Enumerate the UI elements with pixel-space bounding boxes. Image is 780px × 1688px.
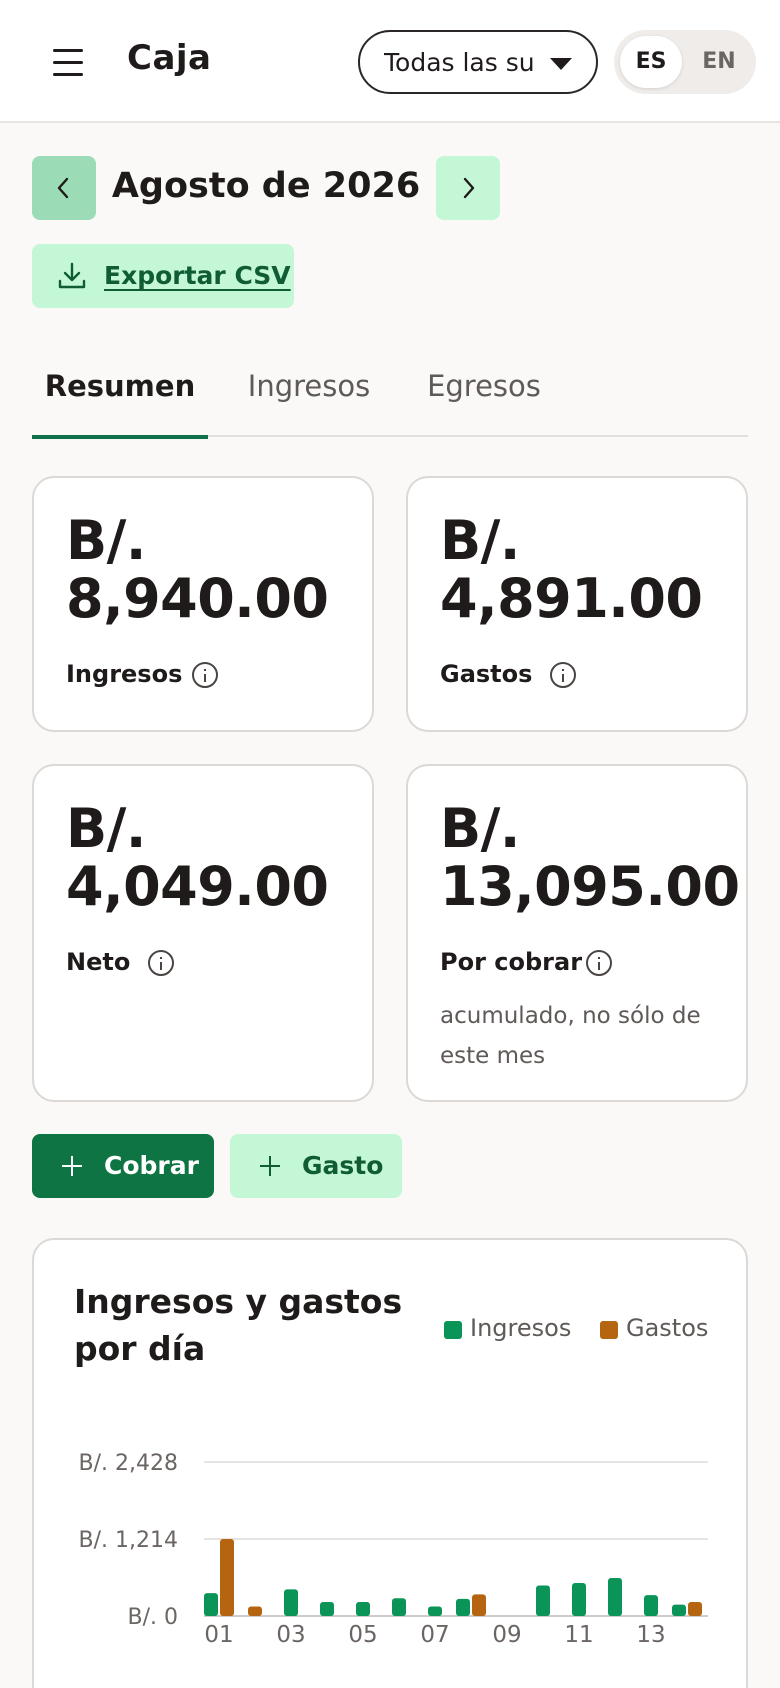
por-cobrar-note: acumulado, no sólo de este mes bbox=[440, 1003, 701, 1069]
cobrar-label: Cobrar bbox=[104, 1151, 199, 1180]
gastos-card: B/. 4,891.00 Gastos bbox=[406, 476, 748, 732]
tab-ingresos[interactable]: Ingresos bbox=[228, 369, 390, 435]
gasto-label: Gasto bbox=[302, 1151, 384, 1180]
info-icon[interactable] bbox=[550, 662, 576, 688]
info-icon[interactable] bbox=[148, 950, 174, 976]
top-bar: Caja Todas las sucursales ES EN bbox=[0, 0, 780, 123]
plus-icon bbox=[260, 1156, 280, 1176]
tab-egresos[interactable]: Egresos bbox=[406, 369, 562, 435]
x-tick-label: 07 bbox=[420, 1622, 449, 1648]
ingresos-label: Ingresos bbox=[66, 660, 183, 688]
bar-ingresos-11 bbox=[572, 1583, 586, 1616]
gastos-amount: B/. 4,891.00 bbox=[440, 509, 703, 630]
bar-ingresos-05 bbox=[356, 1602, 370, 1616]
cobrar-button[interactable]: Cobrar bbox=[32, 1134, 214, 1198]
bar-gastos-02 bbox=[248, 1606, 262, 1616]
x-tick-label: 01 bbox=[204, 1622, 233, 1648]
neto-label: Neto bbox=[66, 948, 131, 976]
x-tick-label: 11 bbox=[564, 1622, 593, 1648]
bar-ingresos-10 bbox=[536, 1585, 550, 1616]
bar-gastos-08 bbox=[472, 1594, 486, 1616]
x-tick-label: 09 bbox=[492, 1622, 521, 1648]
bar-ingresos-13 bbox=[644, 1595, 658, 1616]
gastos-label: Gastos bbox=[440, 660, 533, 688]
x-tick-label: 05 bbox=[348, 1622, 377, 1648]
por-cobrar-card: B/. 13,095.00 Por cobrar acumulado, no só… bbox=[406, 764, 748, 1102]
neto-amount: B/. 4,049.00 bbox=[66, 797, 329, 918]
ingresos-card: B/. 8,940.00 Ingresos bbox=[32, 476, 374, 732]
bar-ingresos-04 bbox=[320, 1602, 334, 1616]
lang-es-button[interactable]: ES bbox=[620, 36, 682, 88]
chevron-left-icon bbox=[57, 177, 69, 199]
prev-month-button[interactable] bbox=[32, 156, 96, 220]
y-tick-label: B/. 2,428 bbox=[79, 1451, 178, 1476]
plus-icon bbox=[62, 1156, 82, 1176]
info-icon[interactable] bbox=[586, 950, 612, 976]
ingresos-amount: B/. 8,940.00 bbox=[66, 509, 329, 630]
x-tick-label: 13 bbox=[636, 1622, 665, 1648]
bar-chart: B/. 2,428 B/. 1,214 B/. 0 01 03 05 07 09 11 13 bbox=[79, 1451, 708, 1648]
language-toggle: ES EN bbox=[614, 30, 756, 94]
bar-ingresos-03 bbox=[284, 1589, 298, 1616]
gasto-button[interactable]: Gasto bbox=[230, 1134, 402, 1198]
bar-ingresos-06 bbox=[392, 1598, 406, 1616]
next-month-button[interactable] bbox=[436, 156, 500, 220]
y-tick-label: B/. 0 bbox=[128, 1605, 179, 1630]
bar-ingresos-12 bbox=[608, 1577, 622, 1616]
por-cobrar-amount: B/. 13,095.00 bbox=[440, 797, 740, 918]
lang-en-button[interactable]: EN bbox=[688, 36, 750, 88]
bar-gastos-14 bbox=[688, 1602, 702, 1616]
download-icon bbox=[58, 262, 86, 289]
y-tick-label: B/. 1,214 bbox=[79, 1528, 178, 1553]
bar-ingresos-08 bbox=[456, 1598, 470, 1616]
chevron-right-icon bbox=[463, 177, 475, 199]
month-label: Agosto de 2026 bbox=[111, 166, 421, 206]
por-cobrar-label: Por cobrar bbox=[440, 948, 583, 976]
bar-ingresos-01 bbox=[204, 1593, 218, 1616]
export-csv-label: Exportar CSV bbox=[104, 261, 291, 290]
bar-ingresos-07 bbox=[428, 1606, 442, 1616]
tab-bar: Resumen Ingresos Egresos bbox=[32, 355, 748, 439]
menu-icon[interactable] bbox=[48, 45, 88, 81]
x-tick-label: 03 bbox=[276, 1622, 305, 1648]
caret-down-icon bbox=[550, 58, 572, 70]
neto-card: B/. 4,049.00 Neto bbox=[32, 764, 374, 1102]
page-title: Caja bbox=[127, 38, 212, 78]
branch-select-value: Todas las sucursales bbox=[384, 48, 534, 77]
chart-card: Ingresos y gastos por día Ingresos Gasto… bbox=[32, 1238, 748, 1688]
export-csv-button[interactable]: Exportar CSV bbox=[32, 244, 294, 308]
bar-ingresos-14 bbox=[672, 1604, 686, 1616]
info-icon[interactable] bbox=[192, 662, 218, 688]
tab-resumen[interactable]: Resumen bbox=[32, 369, 208, 439]
branch-select[interactable]: Todas las sucursales bbox=[358, 30, 598, 94]
bar-gastos-01 bbox=[220, 1539, 234, 1616]
